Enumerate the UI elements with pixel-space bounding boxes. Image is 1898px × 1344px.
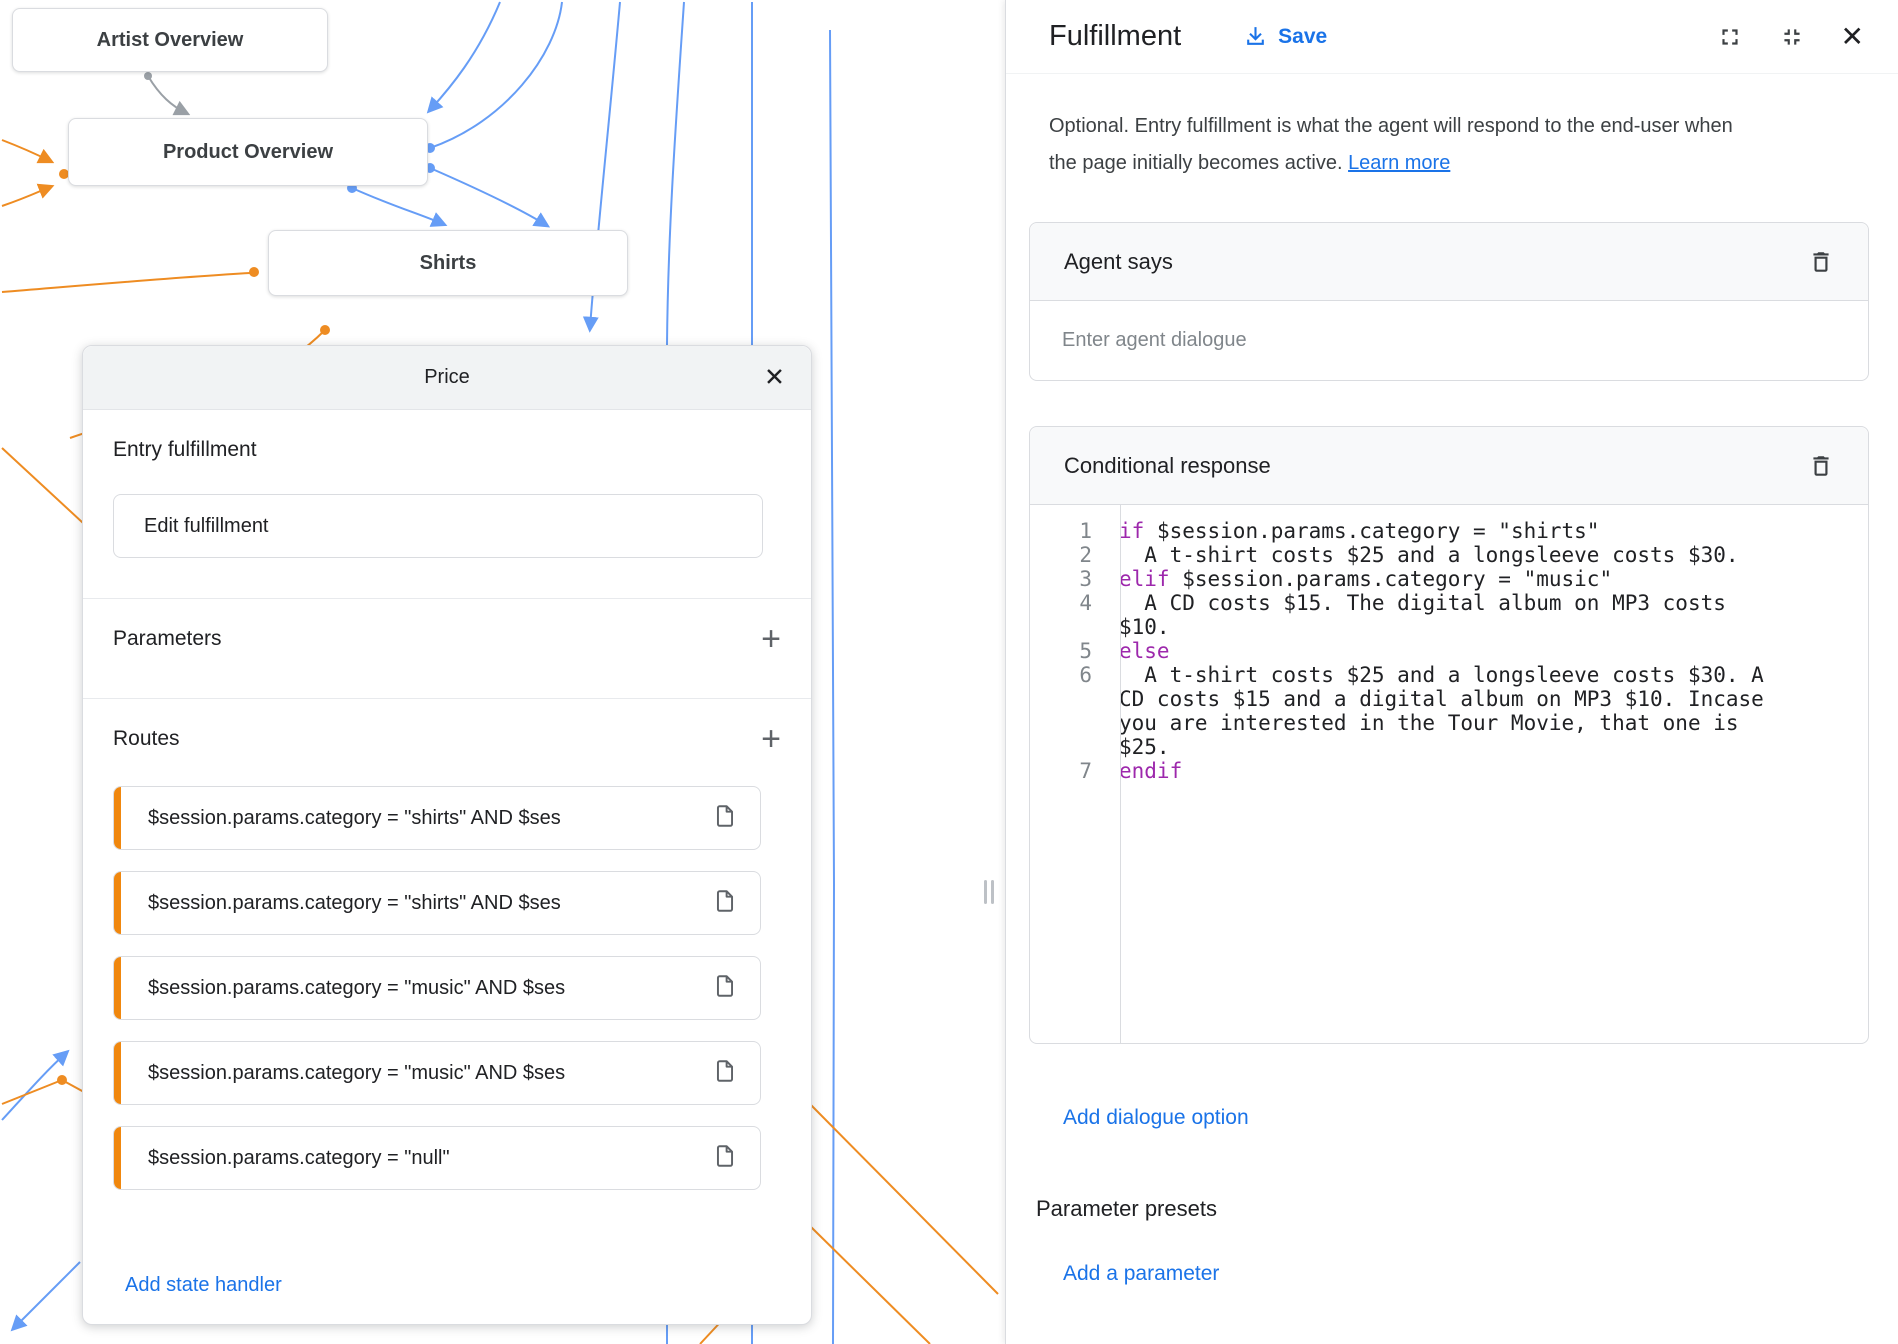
route-condition: $session.params.category = "null"	[148, 1147, 450, 1170]
code-editor[interactable]: 1 if $session.params.category = "shirts"…	[1030, 505, 1868, 1043]
node-product-overview[interactable]: Product Overview	[68, 118, 428, 186]
trash-icon[interactable]	[1808, 249, 1834, 275]
add-dialogue-option-link[interactable]: Add dialogue option	[1063, 1106, 1249, 1130]
node-label: Artist Overview	[97, 29, 244, 52]
flow-canvas[interactable]: Artist Overview Product Overview Shirts …	[0, 0, 1005, 1344]
route-condition: $session.params.category = "music" AND $…	[148, 977, 565, 1000]
route-accent-bar	[114, 1042, 121, 1104]
line-number: 5	[1030, 639, 1106, 663]
code-line: 7 endif	[1030, 759, 1868, 783]
document-icon[interactable]	[712, 803, 738, 834]
route-accent-bar	[114, 872, 121, 934]
code-text: A t-shirt costs $25 and a longsleeve cos…	[1119, 663, 1782, 759]
route-accent-bar	[114, 1127, 121, 1189]
route-row[interactable]: $session.params.category = "music" AND $…	[113, 1041, 761, 1105]
code-lines: 1 if $session.params.category = "shirts"…	[1030, 519, 1868, 783]
code-line: 5 else	[1030, 639, 1868, 663]
code-text: endif	[1119, 759, 1782, 783]
line-number: 7	[1030, 759, 1106, 783]
agent-builder-app: Artist Overview Product Overview Shirts …	[0, 0, 1898, 1344]
document-icon[interactable]	[712, 973, 738, 1004]
line-number: 1	[1030, 519, 1106, 543]
route-row[interactable]: $session.params.category = "shirts" AND …	[113, 786, 761, 850]
price-card-header: Price ✕	[83, 346, 811, 410]
conditional-response-card: Conditional response 1 if $session.param…	[1029, 426, 1869, 1044]
route-accent-bar	[114, 787, 121, 849]
agent-says-header: Agent says	[1030, 223, 1868, 301]
line-number: 6	[1030, 663, 1106, 687]
code-text: elif $session.params.category = "music"	[1119, 567, 1782, 591]
document-icon[interactable]	[712, 1058, 738, 1089]
route-list: $session.params.category = "shirts" AND …	[113, 786, 761, 1190]
parameters-label: Parameters	[113, 627, 222, 651]
code-text: else	[1119, 639, 1782, 663]
add-a-parameter-link[interactable]: Add a parameter	[1063, 1262, 1219, 1286]
save-icon	[1243, 24, 1268, 49]
add-state-handler-link[interactable]: Add state handler	[125, 1274, 282, 1297]
add-route-plus-icon[interactable]: +	[761, 722, 781, 756]
parameter-presets-heading: Parameter presets	[1036, 1196, 1217, 1222]
gutter-divider	[1120, 505, 1121, 1043]
section-divider	[83, 698, 811, 699]
panel-title: Fulfillment	[1049, 20, 1181, 53]
close-icon[interactable]: ✕	[1841, 23, 1864, 51]
route-row[interactable]: $session.params.category = "null"	[113, 1126, 761, 1190]
price-card-title: Price	[83, 366, 811, 389]
code-text: A t-shirt costs $25 and a longsleeve cos…	[1119, 543, 1782, 567]
section-divider	[83, 598, 811, 599]
routes-label: Routes	[113, 727, 180, 751]
code-line: 6 A t-shirt costs $25 and a longsleeve c…	[1030, 663, 1868, 759]
save-label: Save	[1278, 25, 1327, 49]
price-node-card: Price ✕ Entry fulfillment Edit fulfillme…	[82, 345, 812, 1325]
fulfillment-panel: Fulfillment Save ✕ Optional. Entry fulfi…	[1005, 0, 1898, 1344]
agent-dialogue-input[interactable]	[1030, 301, 1868, 380]
node-label: Product Overview	[163, 141, 333, 164]
panel-resize-handle[interactable]	[984, 880, 994, 904]
conditional-response-title: Conditional response	[1064, 453, 1271, 479]
add-parameter-plus-icon[interactable]: +	[761, 622, 781, 656]
panel-header-icons: ✕	[1717, 23, 1864, 51]
fullscreen-icon[interactable]	[1717, 24, 1743, 50]
route-row[interactable]: $session.params.category = "shirts" AND …	[113, 871, 761, 935]
edit-fulfillment-button[interactable]: Edit fulfillment	[113, 494, 763, 558]
collapse-icon[interactable]	[1779, 24, 1805, 50]
route-condition: $session.params.category = "music" AND $…	[148, 1062, 565, 1085]
close-icon[interactable]: ✕	[764, 365, 785, 390]
route-condition: $session.params.category = "shirts" AND …	[148, 892, 561, 915]
agent-says-title: Agent says	[1064, 249, 1173, 275]
route-accent-bar	[114, 957, 121, 1019]
code-line: 2 A t-shirt costs $25 and a longsleeve c…	[1030, 543, 1868, 567]
panel-description: Optional. Entry fulfillment is what the …	[1049, 108, 1764, 182]
parameters-section: Parameters +	[113, 614, 781, 664]
code-line: 3 elif $session.params.category = "music…	[1030, 567, 1868, 591]
node-shirts[interactable]: Shirts	[268, 230, 628, 296]
trash-icon[interactable]	[1808, 453, 1834, 479]
code-text: if $session.params.category = "shirts"	[1119, 519, 1782, 543]
line-number: 3	[1030, 567, 1106, 591]
learn-more-link[interactable]: Learn more	[1348, 152, 1450, 174]
save-button[interactable]: Save	[1243, 24, 1327, 49]
code-line: 1 if $session.params.category = "shirts"	[1030, 519, 1868, 543]
code-text: A CD costs $15. The digital album on MP3…	[1119, 591, 1782, 639]
document-icon[interactable]	[712, 888, 738, 919]
code-line: 4 A CD costs $15. The digital album on M…	[1030, 591, 1868, 639]
routes-section: Routes +	[113, 714, 781, 764]
line-number: 2	[1030, 543, 1106, 567]
node-label: Shirts	[420, 252, 477, 275]
line-number: 4	[1030, 591, 1106, 615]
route-row[interactable]: $session.params.category = "music" AND $…	[113, 956, 761, 1020]
route-condition: $session.params.category = "shirts" AND …	[148, 807, 561, 830]
node-artist-overview[interactable]: Artist Overview	[12, 8, 328, 72]
document-icon[interactable]	[712, 1143, 738, 1174]
panel-header: Fulfillment Save ✕	[1006, 0, 1898, 74]
conditional-response-header: Conditional response	[1030, 427, 1868, 505]
agent-says-card: Agent says	[1029, 222, 1869, 381]
entry-fulfillment-label: Entry fulfillment	[113, 438, 257, 462]
